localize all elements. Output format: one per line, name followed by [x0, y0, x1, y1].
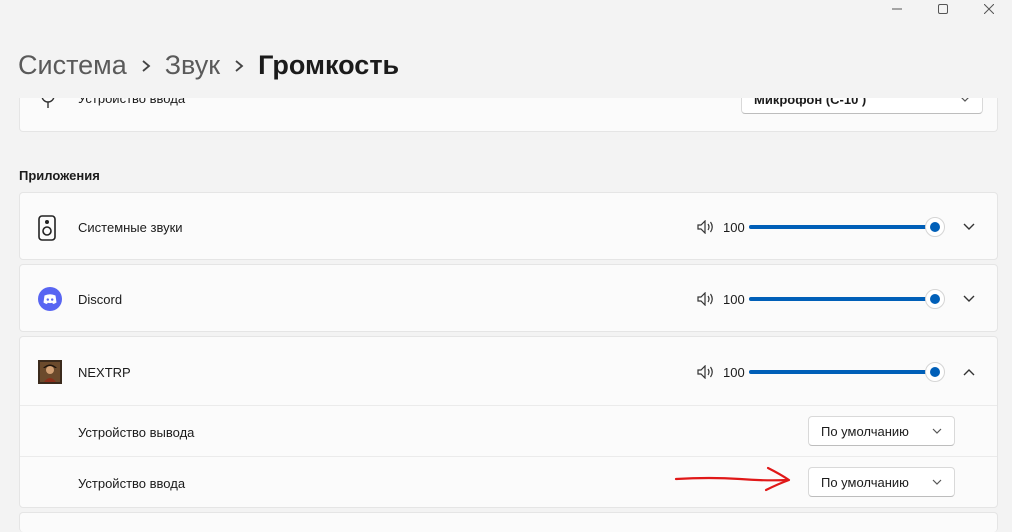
collapse-button[interactable]: [957, 362, 981, 382]
chevron-down-icon: [963, 223, 975, 230]
chevron-right-icon: [141, 59, 151, 73]
app-name: Discord: [78, 292, 123, 307]
close-icon: [984, 4, 994, 14]
slider-fill: [749, 297, 935, 301]
output-device-dropdown-value: По умолчанию: [821, 423, 909, 439]
input-device-dropdown-value: Микрофон (С-10 ): [754, 98, 867, 107]
chevron-down-icon: [932, 479, 942, 485]
nextrp-avatar-icon: [38, 360, 62, 389]
breadcrumb: Система Звук Громкость: [18, 50, 399, 81]
next-app-card: [19, 512, 998, 532]
volume-value: 100: [723, 219, 745, 235]
volume-slider[interactable]: [749, 289, 945, 309]
expand-button[interactable]: [957, 289, 981, 309]
divider: [20, 405, 997, 406]
input-device-card: Устройство ввода Микрофон (С-10 ): [19, 98, 998, 132]
input-device-label: Устройство ввода: [78, 98, 186, 106]
expand-button[interactable]: [957, 217, 981, 237]
minimize-button[interactable]: [874, 0, 920, 18]
volume-icon[interactable]: [697, 220, 715, 234]
slider-fill: [749, 225, 935, 229]
window-controls: [874, 0, 1012, 18]
app-name: Системные звуки: [78, 220, 183, 235]
volume-slider[interactable]: [749, 362, 945, 382]
chevron-down-icon: [963, 295, 975, 302]
output-device-label: Устройство вывода: [78, 425, 195, 440]
input-device-dropdown[interactable]: Микрофон (С-10 ): [741, 98, 983, 114]
chevron-down-icon: [932, 428, 942, 434]
app-card-discord[interactable]: Discord 100: [19, 264, 998, 332]
input-device-dropdown[interactable]: По умолчанию: [808, 467, 955, 497]
volume-slider[interactable]: [749, 217, 945, 237]
volume-control: 100: [697, 217, 981, 237]
app-name: NEXTRP: [78, 365, 131, 380]
minimize-icon: [892, 8, 902, 10]
slider-fill: [749, 370, 935, 374]
discord-icon: [38, 287, 62, 316]
breadcrumb-system[interactable]: Система: [18, 50, 127, 81]
breadcrumb-sound[interactable]: Звук: [165, 50, 220, 81]
chevron-up-icon: [963, 369, 975, 376]
close-button[interactable]: [966, 0, 1012, 18]
annotation-arrow-icon: [674, 466, 791, 492]
volume-icon[interactable]: [697, 365, 715, 379]
divider: [20, 456, 997, 457]
app-card-nextrp[interactable]: NEXTRP 100 Устройство вывода По умолчани…: [19, 336, 998, 508]
slider-thumb[interactable]: [925, 362, 945, 382]
maximize-icon: [938, 4, 948, 14]
chevron-down-icon: [961, 98, 969, 102]
volume-icon[interactable]: [697, 292, 715, 306]
volume-value: 100: [723, 364, 745, 380]
input-device-dropdown-value: По умолчанию: [821, 474, 909, 490]
input-device-label: Устройство ввода: [78, 476, 186, 491]
microphone-icon: [39, 98, 57, 115]
slider-thumb[interactable]: [925, 289, 945, 309]
chevron-right-icon: [234, 59, 244, 73]
maximize-button[interactable]: [920, 0, 966, 18]
volume-value: 100: [723, 291, 745, 307]
speaker-device-icon: [38, 215, 56, 246]
slider-thumb[interactable]: [925, 217, 945, 237]
output-device-dropdown[interactable]: По умолчанию: [808, 416, 955, 446]
page-title: Громкость: [258, 50, 400, 80]
app-card-system-sounds[interactable]: Системные звуки 100: [19, 192, 998, 260]
apps-section-title: Приложения: [19, 168, 100, 183]
volume-control: 100: [697, 362, 981, 382]
volume-control: 100: [697, 289, 981, 309]
